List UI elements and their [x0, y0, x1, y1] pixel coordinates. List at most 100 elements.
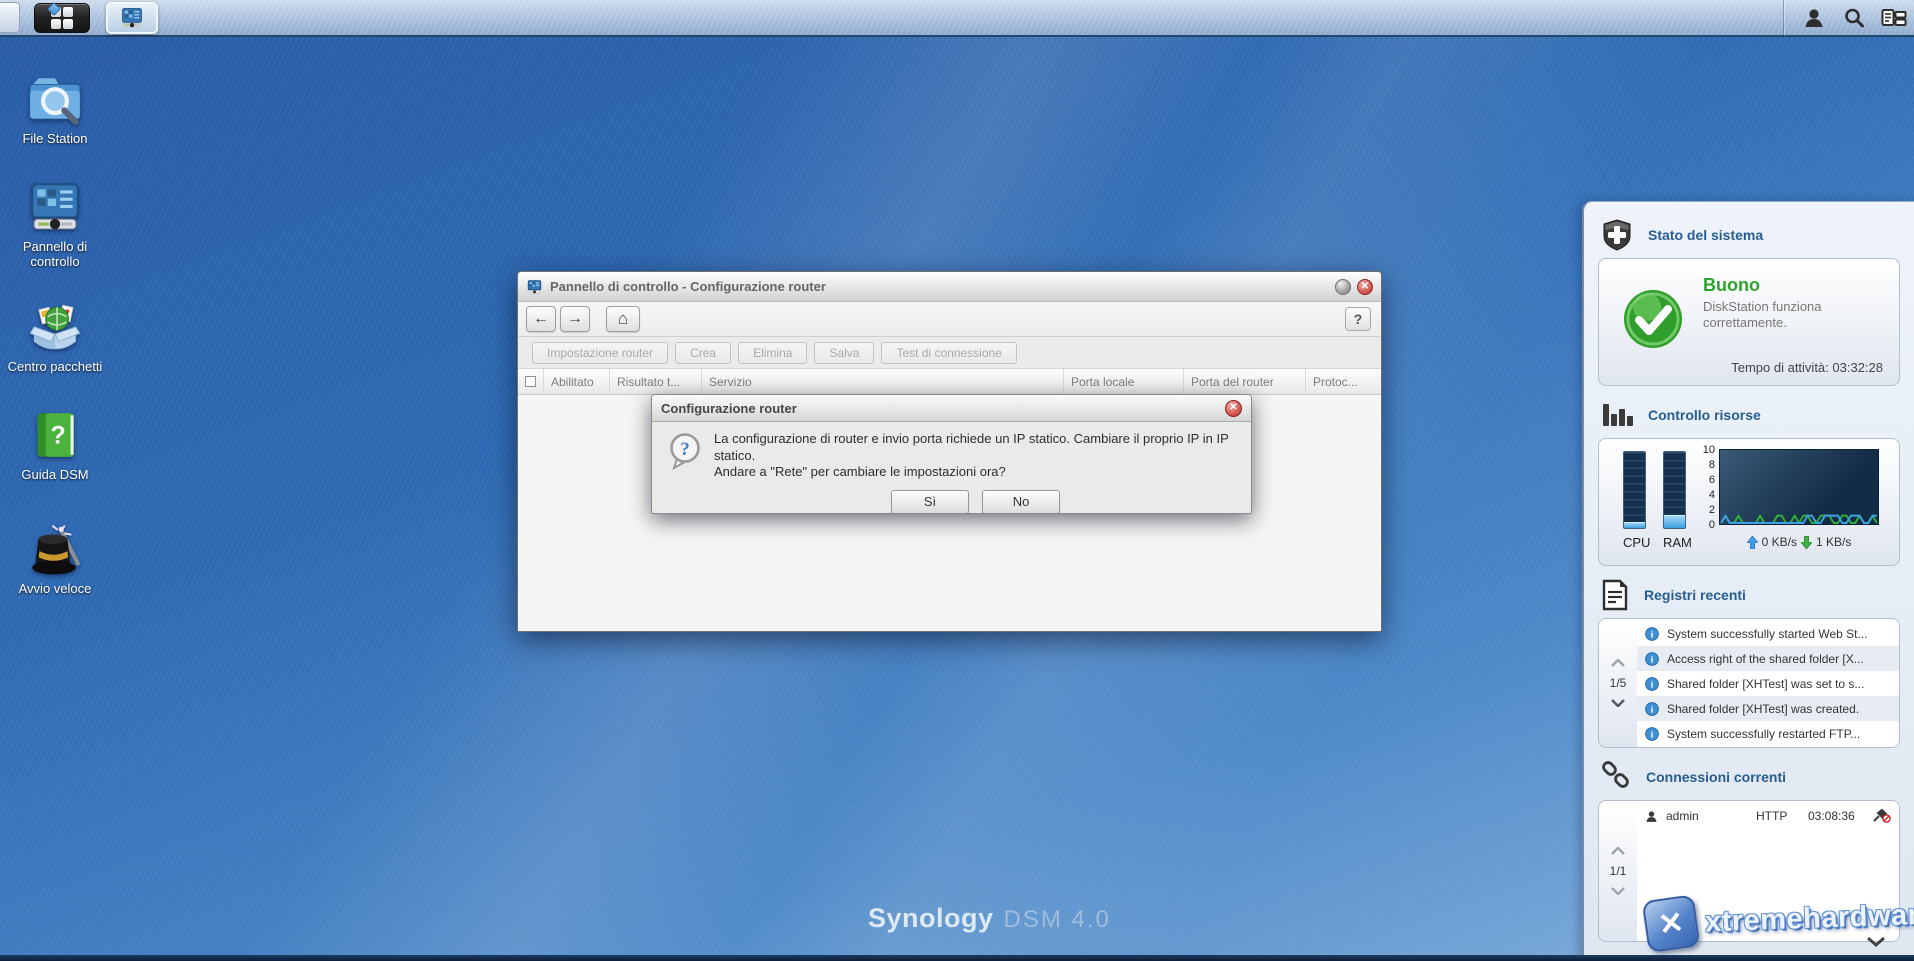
synology-branding: SynologyDSM 4.0 [868, 903, 1111, 934]
desktop-icon-file-station[interactable]: File Station [0, 70, 110, 147]
column-header[interactable]: Porta locale [1064, 369, 1184, 394]
desktop-icon-label: Avvio veloce [0, 582, 110, 597]
back-button[interactable]: ← [526, 306, 556, 332]
system-status-card: Buono DiskStation funziona correttamente… [1598, 258, 1900, 386]
desktop-icon-label: Guida DSM [0, 468, 110, 483]
info-icon: i [1645, 652, 1659, 666]
dialog-buttons: Sì No [714, 490, 1237, 514]
uptime-label: Tempo di attività: 03:32:28 [1731, 360, 1883, 375]
network-legend: 0 KB/s 1 KB/s [1709, 535, 1889, 549]
recent-logs-card: 1/5 i System successfully started Web St… [1598, 618, 1900, 748]
svg-text:i: i [1651, 680, 1654, 690]
xtremehardware-logo-icon: ✕ [1642, 894, 1701, 953]
question-icon: ? [667, 432, 704, 472]
column-header[interactable]: Risultato t... [610, 369, 702, 394]
network-graph-axis: 10 8 6 4 2 0 [1695, 446, 1715, 530]
svg-text:i: i [1651, 730, 1654, 740]
log-entry[interactable]: i System successfully restarted FTP... [1637, 721, 1899, 746]
log-entry[interactable]: i Access right of the shared folder [X..… [1637, 646, 1899, 671]
connection-test-button[interactable]: Test di connessione [881, 342, 1016, 364]
connection-row[interactable]: admin HTTP 03:08:36 [1637, 803, 1899, 829]
column-header[interactable]: Porta del router [1184, 369, 1306, 394]
svg-text:i: i [1651, 705, 1654, 715]
resource-monitor-header: Controllo risorse [1600, 398, 1900, 432]
control-panel-icon [26, 178, 84, 236]
close-icon[interactable]: ✕ [1357, 279, 1373, 295]
log-entry[interactable]: i Shared folder [XHTest] was created. [1637, 696, 1899, 721]
download-rate: 1 KB/s [1816, 535, 1851, 549]
package-center-icon [26, 298, 84, 356]
svg-text:i: i [1651, 655, 1654, 665]
system-status-header: Stato del sistema [1600, 218, 1900, 252]
table-header: Abilitato Risultato t... Servizio Porta … [518, 369, 1381, 395]
pilot-view-icon [1881, 7, 1907, 29]
router-setup-button[interactable]: Impostazione router [532, 342, 668, 364]
search-icon [1843, 7, 1865, 29]
desktop-icon-control-panel[interactable]: Pannello di controllo [0, 178, 110, 270]
log-list: i System successfully started Web St... … [1637, 619, 1899, 747]
ram-label: RAM [1663, 535, 1686, 550]
dialog-titlebar[interactable]: Configurazione router ✕ [652, 395, 1251, 422]
column-header[interactable]: Abilitato [544, 369, 610, 394]
forward-button[interactable]: → [560, 306, 590, 332]
taskbar-app-control-panel[interactable] [106, 2, 158, 34]
save-button[interactable]: Salva [814, 342, 874, 364]
column-header[interactable]: Servizio [702, 369, 1064, 394]
chevron-down-icon[interactable] [1611, 887, 1625, 895]
log-entry[interactable]: i Shared folder [XHTest] was set to s... [1637, 671, 1899, 696]
ram-meter [1663, 451, 1686, 529]
yes-button[interactable]: Sì [891, 490, 969, 514]
screen-bottom-edge [0, 955, 1914, 961]
desktop-icon-quick-start[interactable]: Avvio veloce [0, 520, 110, 597]
chevron-down-icon[interactable] [1611, 699, 1625, 707]
desktop-icon-dsm-guide[interactable]: ? Guida DSM [0, 406, 110, 483]
window-toolbar: Impostazione router Crea Elimina Salva T… [518, 337, 1381, 369]
window-title: Pannello di controllo - Configurazione r… [550, 279, 1329, 294]
upload-rate: 0 KB/s [1762, 535, 1797, 549]
create-button[interactable]: Crea [675, 342, 731, 364]
select-all-checkbox[interactable] [518, 369, 544, 394]
taskbar [0, 0, 1914, 37]
current-connections-header: Connessioni correnti [1600, 760, 1900, 794]
close-icon[interactable]: ✕ [1225, 400, 1242, 417]
help-button[interactable]: ? [1345, 307, 1371, 331]
window-titlebar[interactable]: Pannello di controllo - Configurazione r… [518, 272, 1381, 302]
desktop-icon-package-center[interactable]: Centro pacchetti [0, 298, 110, 375]
resource-monitor-card[interactable]: CPU RAM 10 8 6 4 2 0 0 KB/s 1 KB/s [1598, 438, 1900, 566]
home-button[interactable]: ⌂ [606, 306, 640, 332]
dialog-title: Configurazione router [661, 401, 1219, 416]
brand-version: DSM 4.0 [1004, 906, 1111, 933]
log-document-icon [1600, 579, 1630, 611]
disconnect-icon[interactable] [1873, 809, 1891, 823]
connections-page-indicator: 1/1 [1610, 864, 1627, 878]
watermark-text: xtremehardware.it [1704, 897, 1914, 939]
no-button[interactable]: No [982, 490, 1060, 514]
info-icon: i [1645, 702, 1659, 716]
file-station-icon [26, 70, 84, 128]
taskbar-right [1783, 0, 1914, 35]
status-description: DiskStation funziona correttamente. [1703, 299, 1868, 332]
delete-button[interactable]: Elimina [738, 342, 807, 364]
info-icon: i [1645, 627, 1659, 641]
chevron-up-icon[interactable] [1611, 847, 1625, 855]
connection-time: 03:08:36 [1808, 809, 1867, 823]
pilot-view-button[interactable] [1874, 0, 1914, 36]
main-menu-icon [51, 7, 73, 29]
window-nav-bar: ← → ⌂ ? [518, 302, 1381, 337]
dialog-question: Andare a "Rete" per cambiare le impostaz… [714, 464, 1237, 481]
search-button[interactable] [1834, 0, 1874, 36]
cpu-label: CPU [1623, 535, 1646, 550]
section-title: Registri recenti [1644, 587, 1746, 603]
column-header[interactable]: Protoc... [1306, 369, 1381, 394]
minimize-button[interactable] [1335, 279, 1351, 295]
bar-chart-icon [1600, 400, 1634, 430]
chevron-up-icon[interactable] [1611, 659, 1625, 667]
desktop-icon-label: Centro pacchetti [0, 360, 110, 375]
user-menu-button[interactable] [1794, 0, 1834, 36]
network-graph-lines [1719, 449, 1879, 525]
svg-text:i: i [1651, 630, 1654, 640]
main-menu-button[interactable] [34, 3, 90, 33]
log-entry[interactable]: i System successfully started Web St... [1637, 621, 1899, 646]
show-desktop-button[interactable] [0, 2, 20, 33]
xtremehardware-watermark: ✕ xtremehardware.it [1644, 887, 1914, 950]
